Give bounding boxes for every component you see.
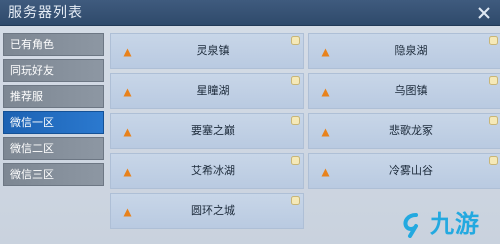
server-name: 隐泉湖 (394, 44, 428, 57)
watermark-text: 九游 (430, 210, 480, 238)
sidebar-item-wechat-zone-2[interactable]: 微信二区 (3, 137, 104, 160)
nine-game-logo-icon (403, 213, 418, 238)
tag-icon (489, 156, 498, 165)
tag-icon (489, 76, 498, 85)
tag-icon (291, 196, 300, 205)
tag-icon (291, 36, 300, 45)
status-icon (321, 88, 330, 97)
title-bar: 服务器列表 (0, 0, 500, 26)
server-name: 灵泉镇 (196, 44, 230, 57)
status-icon (123, 88, 132, 97)
status-icon (321, 48, 330, 57)
server-name: 圆环之城 (191, 204, 235, 217)
sidebar-item-existing-characters[interactable]: 已有角色 (3, 33, 104, 56)
server-name: 要塞之巅 (191, 124, 235, 137)
status-icon (123, 48, 132, 57)
server-name: 星瞳湖 (196, 84, 230, 97)
server-card[interactable]: 乌图镇 (308, 73, 500, 109)
status-icon (123, 128, 132, 137)
tag-icon (489, 36, 498, 45)
status-icon (321, 168, 330, 177)
server-card[interactable]: 灵泉镇 (110, 33, 304, 69)
sidebar-item-label: 微信三区 (10, 168, 54, 181)
watermark: 九游 (400, 210, 490, 238)
server-name: 悲歌龙冢 (389, 124, 433, 137)
status-icon (321, 128, 330, 137)
sidebar-item-wechat-zone-3[interactable]: 微信三区 (3, 163, 104, 186)
tag-icon (291, 116, 300, 125)
status-icon (123, 208, 132, 217)
sidebar-item-friends[interactable]: 同玩好友 (3, 59, 104, 82)
status-icon (123, 168, 132, 177)
server-name: 乌图镇 (394, 84, 428, 97)
server-name: 冷雾山谷 (389, 164, 433, 177)
tag-icon (291, 156, 300, 165)
server-card[interactable]: 隐泉湖 (308, 33, 500, 69)
server-card[interactable]: 悲歌龙冢 (308, 113, 500, 149)
sidebar-item-label: 推荐服 (10, 90, 43, 103)
sidebar-item-label: 已有角色 (10, 38, 54, 51)
tag-icon (291, 76, 300, 85)
server-card[interactable]: 星瞳湖 (110, 73, 304, 109)
server-name: 艾希冰湖 (191, 164, 235, 177)
server-card[interactable]: 要塞之巅 (110, 113, 304, 149)
server-card[interactable]: 圆环之城 (110, 193, 304, 229)
server-card[interactable]: 冷雾山谷 (308, 153, 500, 189)
tag-icon (489, 116, 498, 125)
sidebar-item-wechat-zone-1[interactable]: 微信一区 (3, 111, 104, 134)
sidebar-item-label: 微信一区 (10, 116, 54, 129)
window-title: 服务器列表 (8, 5, 83, 21)
sidebar-item-label: 同玩好友 (10, 64, 54, 77)
sidebar-item-label: 微信二区 (10, 142, 54, 155)
sidebar-item-recommended[interactable]: 推荐服 (3, 85, 104, 108)
region-sidebar: 已有角色 同玩好友 推荐服 微信一区 微信二区 微信三区 (3, 33, 104, 189)
server-card[interactable]: 艾希冰湖 (110, 153, 304, 189)
close-icon[interactable] (475, 4, 493, 22)
